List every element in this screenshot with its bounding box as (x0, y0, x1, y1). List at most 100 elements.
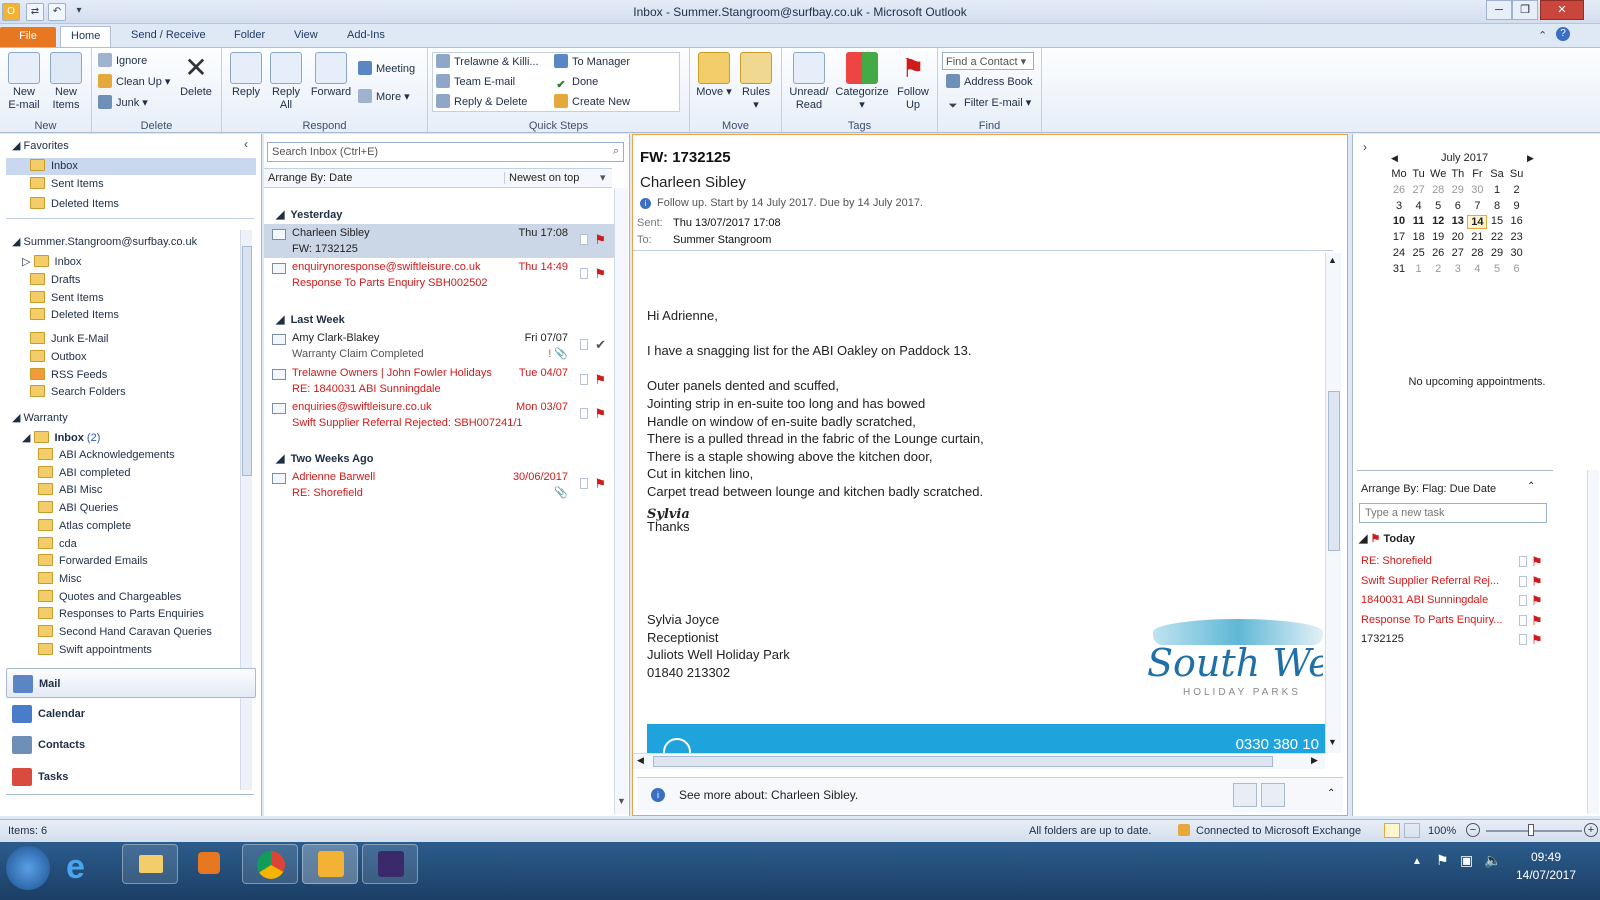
fav-inbox[interactable]: Inbox (6, 158, 256, 175)
media-player-button[interactable] (182, 844, 238, 884)
tab-send-receive[interactable]: Send / Receive (121, 26, 216, 47)
calendar-day[interactable]: 29 (1448, 184, 1468, 196)
normal-view-icon[interactable] (1384, 823, 1400, 838)
warranty-subfolder[interactable]: Swift appointments (38, 642, 152, 659)
nav-tasks-button[interactable]: Tasks (6, 762, 256, 792)
new-items-button[interactable]: New Items (48, 52, 84, 112)
expand-people-pane-icon[interactable]: ⌃ (1327, 788, 1335, 799)
folder-sent-items[interactable]: Sent Items (30, 290, 104, 307)
explorer-taskbar-button[interactable] (122, 844, 178, 884)
nav-contacts-button[interactable]: Contacts (6, 730, 256, 760)
folder-rss-feeds[interactable]: RSS Feeds (30, 367, 107, 384)
flag-icon[interactable]: ⚑ (1531, 591, 1543, 610)
calendar-day[interactable]: 7 (1467, 200, 1487, 212)
calendar-day[interactable]: 10 (1389, 215, 1409, 227)
scroll-left-icon[interactable]: ◀ (637, 755, 644, 766)
category-box[interactable] (580, 234, 588, 245)
warranty-subfolder[interactable]: ABI Misc (38, 482, 102, 499)
person-icon[interactable] (1261, 783, 1285, 807)
warranty-subfolder[interactable]: ABI Acknowledgements (38, 447, 175, 464)
category-box[interactable] (580, 339, 588, 350)
body-hscroll-thumb[interactable] (653, 756, 1273, 767)
calendar-day[interactable]: 14 (1467, 215, 1488, 230)
body-vscrollbar[interactable]: ▲ ▼ (1325, 253, 1341, 753)
close-icon[interactable]: ✕ (1540, 0, 1584, 20)
tab-file[interactable]: File (0, 27, 56, 47)
calendar-day[interactable]: 21 (1467, 231, 1487, 243)
start-button[interactable] (6, 846, 50, 890)
collapse-nav-icon[interactable]: ‹ (244, 137, 248, 151)
calendar-day[interactable]: 11 (1409, 215, 1429, 227)
meeting-button[interactable]: Meeting (358, 60, 415, 78)
calendar-day[interactable]: 20 (1448, 231, 1468, 243)
group-last-week[interactable]: ◢ Last Week (276, 313, 345, 326)
minimize-icon[interactable]: ─ (1486, 0, 1512, 20)
nav-mail-button[interactable]: Mail (6, 668, 256, 698)
calendar-day[interactable]: 30 (1507, 247, 1527, 259)
warranty-inbox[interactable]: ◢ Inbox (2) (22, 430, 100, 447)
warranty-subfolder[interactable]: Responses to Parts Enquiries (38, 606, 204, 623)
calendar-day[interactable]: 6 (1448, 200, 1468, 212)
quickstep-to-manager[interactable]: To Manager (554, 53, 630, 71)
calendar-day[interactable]: 29 (1487, 247, 1507, 259)
quickstep-reply-delete[interactable]: Reply & Delete (436, 93, 527, 111)
task-item[interactable]: 1840031 ABI Sunningdale ⚑ (1361, 591, 1591, 610)
scroll-up-icon[interactable]: ▲ (1328, 255, 1337, 265)
message-row[interactable]: Amy Clark-Blakey Warranty Claim Complete… (264, 329, 614, 363)
category-box[interactable] (1519, 556, 1527, 567)
tab-home[interactable]: Home (60, 26, 112, 47)
message-row[interactable]: enquiries@swiftleisure.co.uk Swift Suppl… (264, 398, 614, 432)
folder-search-folders[interactable]: Search Folders (30, 384, 126, 401)
arrange-by-date[interactable]: Arrange By: Date (268, 172, 352, 184)
task-item[interactable]: 1732125 ⚑ (1361, 630, 1591, 649)
group-two-weeks-ago[interactable]: ◢ Two Weeks Ago (276, 452, 374, 465)
category-box[interactable] (1519, 595, 1527, 607)
next-month-icon[interactable]: ▶ (1527, 153, 1534, 164)
follow-up-button[interactable]: ⚑ Follow Up (894, 52, 932, 112)
scroll-right-icon[interactable]: ▶ (1311, 755, 1318, 766)
calendar-day[interactable]: 8 (1487, 200, 1507, 212)
task-item[interactable]: Response To Parts Enquiry... ⚑ (1361, 611, 1591, 630)
calendar-day[interactable]: 31 (1389, 263, 1409, 275)
list-scrollbar[interactable]: ▼ (614, 188, 628, 814)
new-email-button[interactable]: New E-mail (6, 52, 42, 112)
calendar-day[interactable]: 5 (1428, 200, 1448, 212)
fav-sent-items[interactable]: Sent Items (30, 176, 104, 193)
warranty-header[interactable]: ◢ Warranty (12, 411, 68, 424)
task-arrange[interactable]: Arrange By: Flag: Due Date (1361, 483, 1496, 495)
calendar-day[interactable]: 28 (1428, 184, 1448, 196)
zoom-in-icon[interactable]: + (1584, 823, 1598, 837)
person-icon[interactable] (1233, 783, 1257, 807)
flag-icon[interactable]: ⚑ (1531, 630, 1543, 649)
address-book-button[interactable]: Address Book (946, 73, 1032, 91)
search-icon[interactable]: ⌕ (613, 145, 619, 158)
clock-time[interactable]: 09:49 (1516, 850, 1576, 864)
message-row[interactable]: Charleen Sibley FW: 1732125 Thu 17:08 ⚑ (264, 224, 614, 258)
fav-deleted-items[interactable]: Deleted Items (30, 196, 119, 213)
reply-button[interactable]: Reply (228, 52, 264, 99)
calendar-day[interactable]: 28 (1467, 247, 1487, 259)
quickstep-done[interactable]: ✔ Done (554, 73, 598, 91)
calendar-day[interactable]: 13 (1448, 215, 1468, 227)
category-box[interactable] (580, 478, 588, 489)
show-hidden-icons[interactable]: ▲ (1412, 856, 1422, 867)
completed-check-icon[interactable]: ✔ (595, 337, 606, 353)
calendar-day[interactable]: 19 (1428, 231, 1448, 243)
clock-date[interactable]: 14/07/2017 (1506, 868, 1586, 882)
action-center-icon[interactable]: ⚑ (1436, 852, 1449, 869)
warranty-subfolder[interactable]: Forwarded Emails (38, 553, 148, 570)
folder-junk-email[interactable]: Junk E-Mail (30, 331, 108, 348)
calendar-day[interactable]: 6 (1507, 263, 1527, 275)
calendar-day[interactable]: 24 (1389, 247, 1409, 259)
category-box[interactable] (580, 374, 588, 385)
quickstep-team-email[interactable]: Team E-mail (436, 73, 515, 91)
rules-button[interactable]: Rules ▾ (738, 52, 774, 112)
flag-icon[interactable]: ⚑ (594, 406, 606, 422)
warranty-subfolder[interactable]: ABI Queries (38, 500, 118, 517)
move-button[interactable]: Move ▾ (696, 52, 732, 99)
collapse-todo-icon[interactable]: › (1363, 140, 1367, 154)
category-box[interactable] (580, 268, 588, 279)
flag-icon[interactable]: ⚑ (1531, 552, 1543, 571)
tab-add-ins[interactable]: Add-Ins (337, 26, 395, 47)
reply-all-button[interactable]: Reply All (268, 52, 304, 112)
